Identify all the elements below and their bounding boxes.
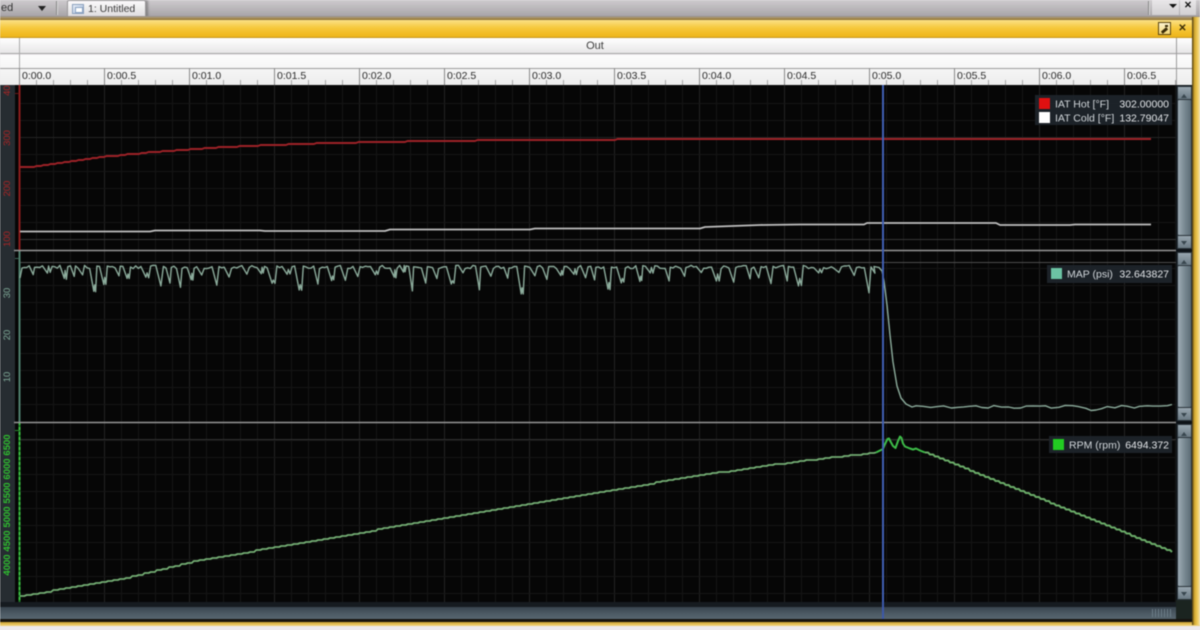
svg-text:IAT Cold [°F]: IAT Cold [°F]	[1055, 113, 1114, 125]
svg-text:4500: 4500	[2, 530, 13, 551]
svg-text:RPM (rpm): RPM (rpm)	[1069, 440, 1120, 452]
svg-text:6494.372: 6494.372	[1125, 440, 1169, 452]
svg-text:200: 200	[2, 181, 13, 197]
svg-text:IAT Hot [°F]: IAT Hot [°F]	[1055, 99, 1109, 111]
svg-text:32.643827: 32.643827	[1119, 269, 1169, 281]
svg-text:132.79047: 132.79047	[1119, 113, 1169, 125]
svg-text:100: 100	[2, 231, 13, 247]
svg-text:4000: 4000	[2, 554, 13, 575]
svg-text:6000: 6000	[2, 458, 13, 479]
svg-text:20: 20	[2, 330, 13, 341]
svg-text:6500: 6500	[2, 434, 13, 455]
svg-text:300: 300	[2, 130, 13, 146]
svg-text:400: 400	[2, 85, 13, 96]
svg-text:MAP (psi): MAP (psi)	[1067, 269, 1113, 281]
svg-text:5500: 5500	[2, 482, 13, 503]
svg-text:10: 10	[2, 372, 13, 383]
svg-text:30: 30	[2, 288, 13, 299]
svg-text:302.00000: 302.00000	[1119, 99, 1169, 111]
svg-text:5000: 5000	[2, 506, 13, 527]
